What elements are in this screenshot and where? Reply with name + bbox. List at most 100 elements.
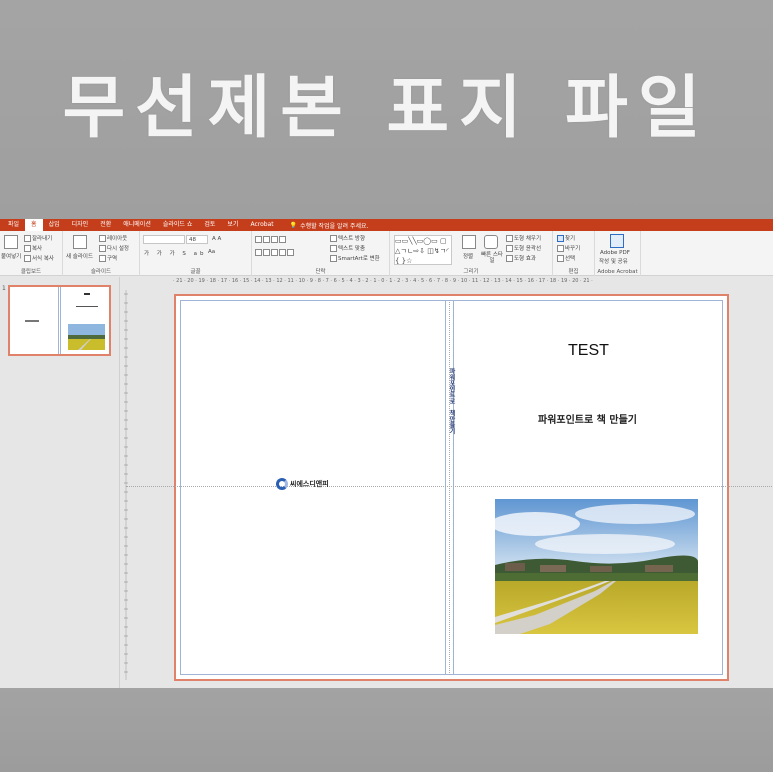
font-format-buttons[interactable]: 가 가 가 S ab [144,249,207,257]
tab-view[interactable]: 보기 [221,219,244,231]
reset-button[interactable]: 다시 설정 [99,244,129,252]
spine-center-line [449,300,450,675]
font-size-input[interactable]: 48 [186,235,208,244]
thumb-subtitle [76,306,98,307]
quick-styles-button[interactable]: 빠른 스타일 [480,252,504,264]
spine-title[interactable]: 파워포인트로 [447,368,455,404]
new-slide-icon[interactable] [73,235,87,249]
acrobat-group: Adobe PDF 작성 및 공유 Adobe Acrobat [595,231,641,276]
spine-author[interactable]: 책만들기 [447,410,455,434]
cover-subtitle[interactable]: 파워포인트로 책 만들기 [538,411,637,426]
smartart-button[interactable]: SmartArt로 변환 [330,254,380,262]
banner: 무선제본 표지 파일 [0,0,773,218]
text-direction-button[interactable]: 텍스트 방향 [330,234,365,242]
cover-photo[interactable] [495,499,698,634]
tab-file[interactable]: 파일 [2,219,25,231]
ribbon: 붙여넣기 잘라내기 복사 서식 복사 클립보드 새 슬라이드 레이아웃 다시 설… [0,231,773,276]
align-icon[interactable] [255,249,295,256]
tab-home[interactable]: 홈 [25,219,43,231]
paste-button[interactable]: 붙여넣기 [1,252,21,260]
shapes-gallery[interactable]: ▭▭╲╲▭◯▭ ▢△ㄱㄴ⇨⇩ ◫↯ㄱ◜{ }☆ [394,235,452,265]
editing-group: 찾기 바꾸기 선택 편집 [553,231,595,276]
new-slide-button[interactable]: 새 슬라이드 [66,252,93,260]
powerpoint-window: 파일 홈 삽입 디자인 전환 애니메이션 슬라이드 쇼 검토 보기 Acroba… [0,219,773,688]
drawing-label: 그리기 [463,269,479,275]
paragraph-label: 단락 [315,269,326,275]
slide-thumbnail-panel: 1 [0,277,120,688]
vertical-ruler [124,290,128,680]
clipboard-group: 붙여넣기 잘라내기 복사 서식 복사 클립보드 [0,231,63,276]
landscape-image [495,499,698,634]
banner-title: 무선제본 표지 파일 [62,68,711,148]
section-button[interactable]: 구역 [99,254,117,262]
publisher-logo[interactable]: 씨에스디앤피 [276,478,329,490]
tab-animations[interactable]: 애니메이션 [117,219,157,231]
text-direction-icon [330,235,337,242]
paragraph-group: 텍스트 방향 텍스트 맞춤 SmartArt로 변환 단락 [252,231,390,276]
layout-button[interactable]: 레이아웃 [99,234,127,242]
align-text-button[interactable]: 텍스트 맞춤 [330,244,365,252]
format-painter-button[interactable]: 서식 복사 [24,254,54,262]
cursor-icon [557,255,564,262]
slide-number: 1 [2,285,6,292]
spine-right-guide [453,300,454,675]
thumb-logo [25,320,39,322]
replace-button[interactable]: 바꾸기 [557,244,580,252]
align-text-icon [330,245,337,252]
slide-thumbnail[interactable] [8,285,111,356]
grow-font-icon[interactable]: A A [212,236,221,242]
tab-slideshow[interactable]: 슬라이드 쇼 [157,219,199,231]
find-button[interactable]: 찾기 [557,234,575,242]
pen-icon [506,245,513,252]
thumb-title [84,293,90,295]
cover-title[interactable]: TEST [568,342,609,360]
tab-insert[interactable]: 삽입 [43,219,66,231]
paint-bucket-icon [506,235,513,242]
slide-canvas: 파워포인트로 책만들기 씨에스디앤피 TEST 파워포인트로 책 만들기 [126,286,773,688]
select-button[interactable]: 선택 [557,254,575,262]
tab-transitions[interactable]: 전환 [94,219,117,231]
reset-icon [99,245,106,252]
cut-button[interactable]: 잘라내기 [24,234,52,242]
thumb-photo [68,324,105,350]
font-group: 48 A A 가 가 가 S ab Aa 글꼴 [140,231,252,276]
pdf-icon[interactable] [610,234,624,248]
copy-button[interactable]: 복사 [24,244,42,252]
change-case-button[interactable]: Aa [208,249,215,255]
arrange-icon[interactable] [462,235,476,249]
shape-fill-button[interactable]: 도형 채우기 [506,234,541,242]
smartart-icon [330,255,337,262]
quick-styles-icon[interactable] [484,235,498,249]
bottom-background [0,688,773,772]
shape-outline-button[interactable]: 도형 윤곽선 [506,244,541,252]
tab-review[interactable]: 검토 [198,219,221,231]
replace-icon [557,245,564,252]
arrange-button[interactable]: 정렬 [463,252,473,260]
horizontal-center-guide [126,486,773,487]
copy-icon [24,245,31,252]
paste-icon[interactable] [4,235,18,249]
slide[interactable]: 파워포인트로 책만들기 씨에스디앤피 TEST 파워포인트로 책 만들기 [126,294,773,681]
scissors-icon [24,235,31,242]
tab-acrobat[interactable]: Acrobat [244,219,279,231]
create-pdf-button-line2[interactable]: 작성 및 공유 [599,257,628,265]
search-icon [557,235,564,242]
slides-group: 새 슬라이드 레이아웃 다시 설정 구역 슬라이드 [63,231,140,276]
layout-icon [99,235,106,242]
tell-me-text: 수행할 작업을 알려 주세요. [300,222,369,230]
clipboard-label: 클립보드 [20,269,42,275]
create-pdf-button[interactable]: Adobe PDF [600,250,630,256]
brush-icon [24,255,31,262]
tell-me-box[interactable]: 💡 수행할 작업을 알려 주세요. [290,221,369,230]
bullets-icon[interactable] [255,236,287,243]
ribbon-tabs: 파일 홈 삽입 디자인 전환 애니메이션 슬라이드 쇼 검토 보기 Acroba… [0,219,773,231]
shape-effects-button[interactable]: 도형 효과 [506,254,536,262]
font-name-input[interactable] [143,235,185,244]
logo-text: 씨에스디앤피 [290,480,329,488]
logo-mark-icon [276,478,288,490]
lightbulb-icon: 💡 [289,221,298,229]
font-label: 글꼴 [190,269,201,275]
horizontal-ruler: · 21 · 20 · 19 · 18 · 17 · 16 · 15 · 14 … [173,277,773,285]
effects-icon [506,255,513,262]
tab-design[interactable]: 디자인 [66,219,95,231]
